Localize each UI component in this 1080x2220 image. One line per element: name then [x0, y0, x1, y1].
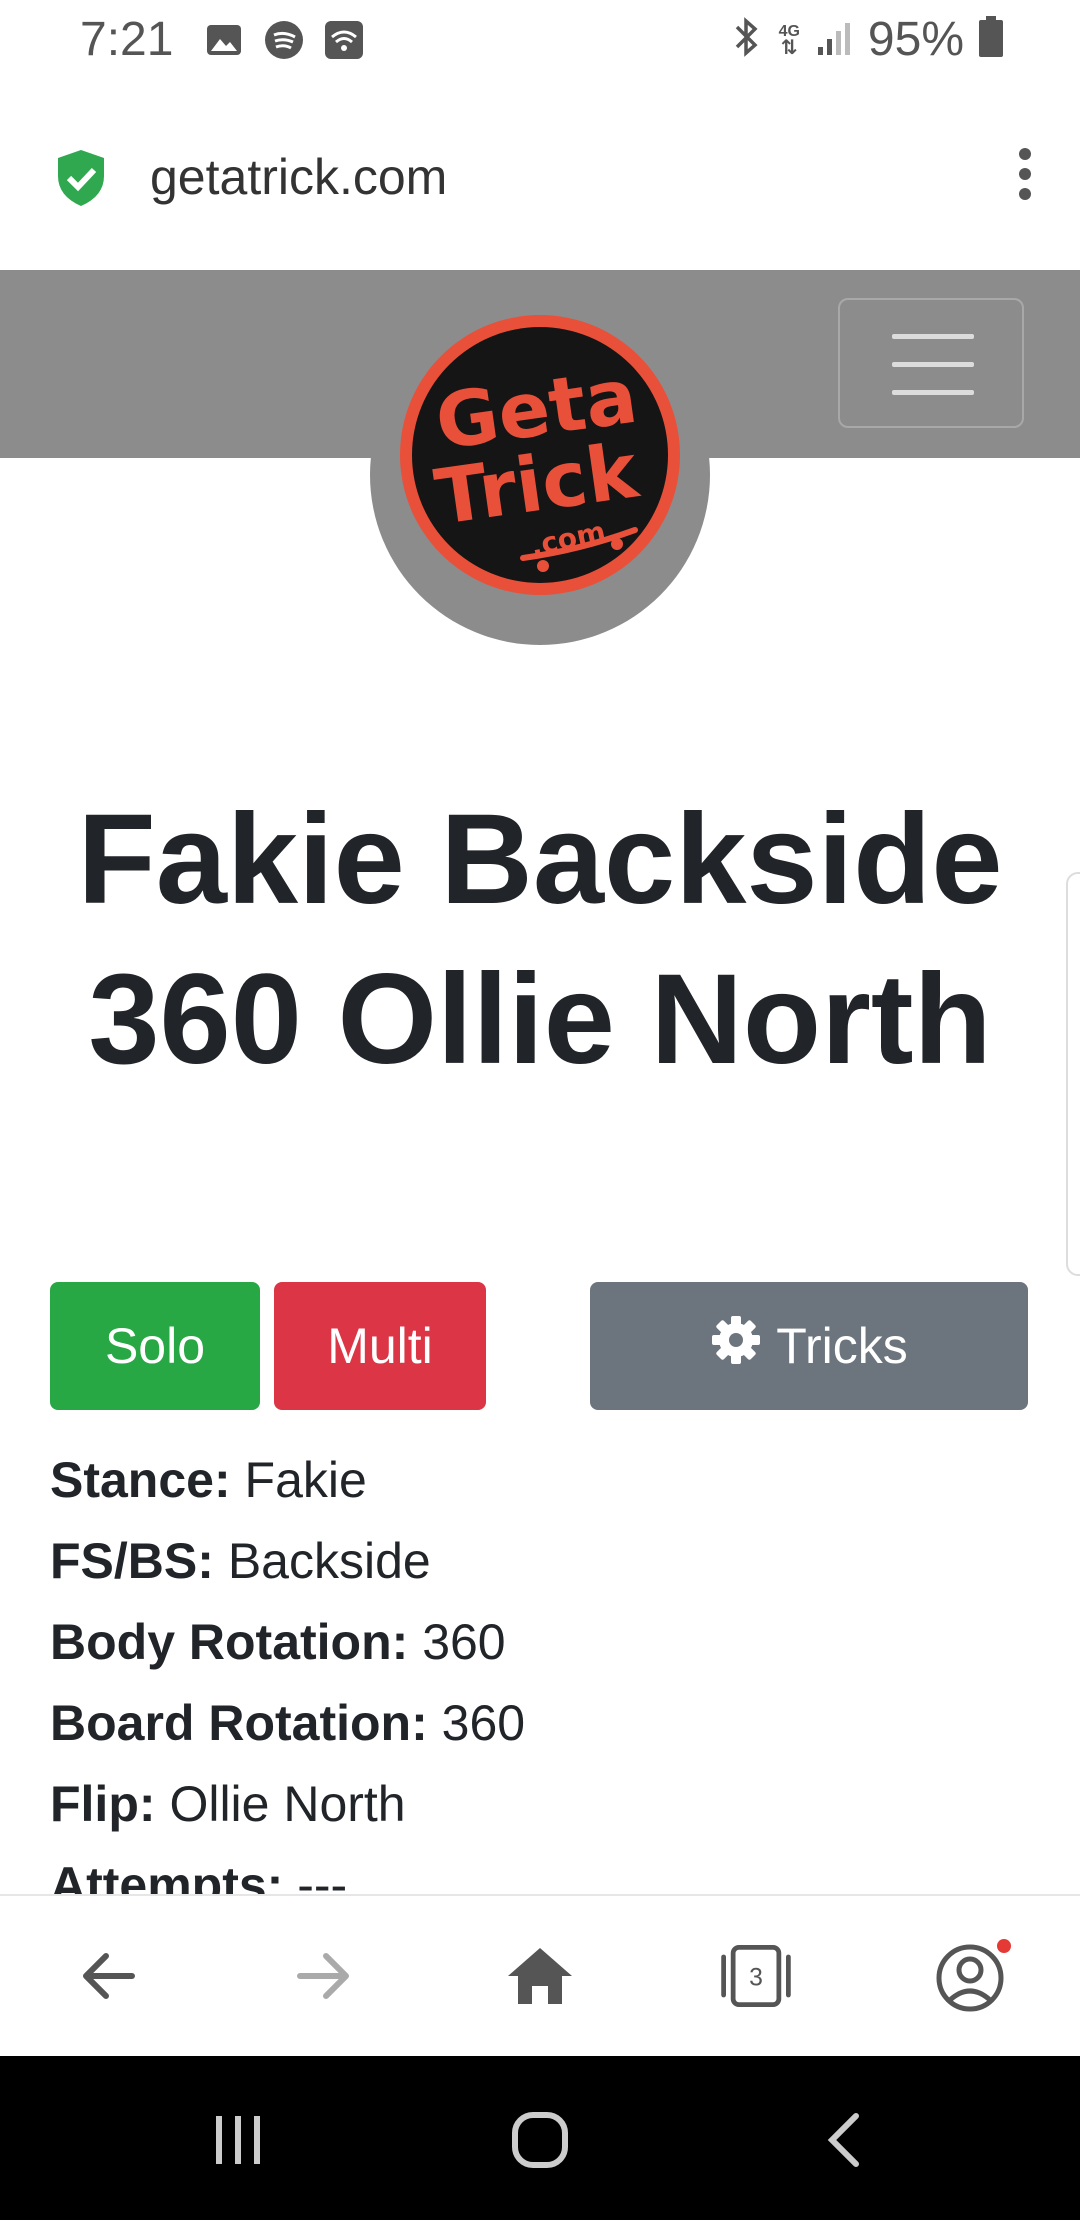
- menu-toggle-button[interactable]: [838, 298, 1024, 428]
- tricks-button-label: Tricks: [776, 1318, 908, 1374]
- signal-icon: [814, 17, 854, 62]
- multi-button[interactable]: Multi: [274, 1282, 486, 1410]
- android-nav-bar: [0, 2056, 1080, 2220]
- home-nav-icon[interactable]: [500, 2108, 580, 2172]
- status-bar: 7:21 4G ⇅ 95%: [0, 0, 1080, 84]
- wifi-hotspot-icon: [324, 20, 364, 60]
- edge-panel-handle[interactable]: [1066, 872, 1080, 1276]
- battery-level: 95%: [867, 13, 964, 66]
- bluetooth-icon: [729, 15, 765, 64]
- detail-label: Body Rotation:: [50, 1614, 409, 1670]
- detail-value: Backside: [227, 1533, 431, 1589]
- spotify-icon: [264, 20, 304, 60]
- trick-title: Fakie Backside 360 Ollie North: [77, 788, 1003, 1091]
- system-status: 4G ⇅ 95%: [729, 12, 1004, 67]
- status-time: 7:21: [80, 13, 174, 66]
- notification-icons: [204, 20, 364, 60]
- detail-stance: Stance: Fakie: [50, 1440, 1030, 1521]
- back-nav-icon[interactable]: [804, 2108, 884, 2172]
- more-options-icon[interactable]: [1010, 144, 1040, 204]
- tabs-icon[interactable]: 3: [716, 1936, 796, 2016]
- security-shield-icon[interactable]: [54, 148, 108, 213]
- detail-label: FS/BS:: [50, 1533, 214, 1589]
- recent-apps-icon[interactable]: [198, 2108, 278, 2172]
- tricks-button[interactable]: Tricks: [590, 1282, 1028, 1410]
- battery-icon: [978, 16, 1004, 63]
- detail-value: 360: [422, 1614, 506, 1670]
- detail-label: Board Rotation:: [50, 1695, 428, 1751]
- detail-value: 360: [441, 1695, 526, 1751]
- detail-board-rotation: Board Rotation: 360: [50, 1683, 1030, 1764]
- forward-arrow-icon[interactable]: [284, 1936, 364, 2016]
- account-icon[interactable]: [932, 1936, 1012, 2016]
- browser-toolbar: 3: [0, 1894, 1080, 2058]
- network-type-icon: 4G ⇅: [778, 22, 800, 59]
- gear-icon: [710, 1314, 762, 1378]
- url-text[interactable]: getatrick.com: [150, 148, 447, 206]
- detail-label: Flip:: [50, 1776, 156, 1832]
- home-icon[interactable]: [500, 1936, 580, 2016]
- detail-value: Ollie North: [169, 1776, 406, 1832]
- tab-count: 3: [749, 1965, 763, 1992]
- detail-label: Stance:: [50, 1452, 231, 1508]
- detail-flip: Flip: Ollie North: [50, 1764, 1030, 1845]
- gallery-icon: [204, 20, 244, 60]
- trick-details: Stance: Fakie FS/BS: Backside Body Rotat…: [50, 1440, 1030, 1926]
- browser-url-bar[interactable]: getatrick.com: [0, 84, 1080, 270]
- solo-button[interactable]: Solo: [50, 1282, 260, 1410]
- detail-fsbs: FS/BS: Backside: [50, 1521, 1030, 1602]
- detail-body-rotation: Body Rotation: 360: [50, 1602, 1030, 1683]
- back-arrow-icon[interactable]: [68, 1936, 148, 2016]
- detail-value: Fakie: [244, 1452, 367, 1508]
- site-logo[interactable]: Geta Trick .com: [395, 310, 685, 600]
